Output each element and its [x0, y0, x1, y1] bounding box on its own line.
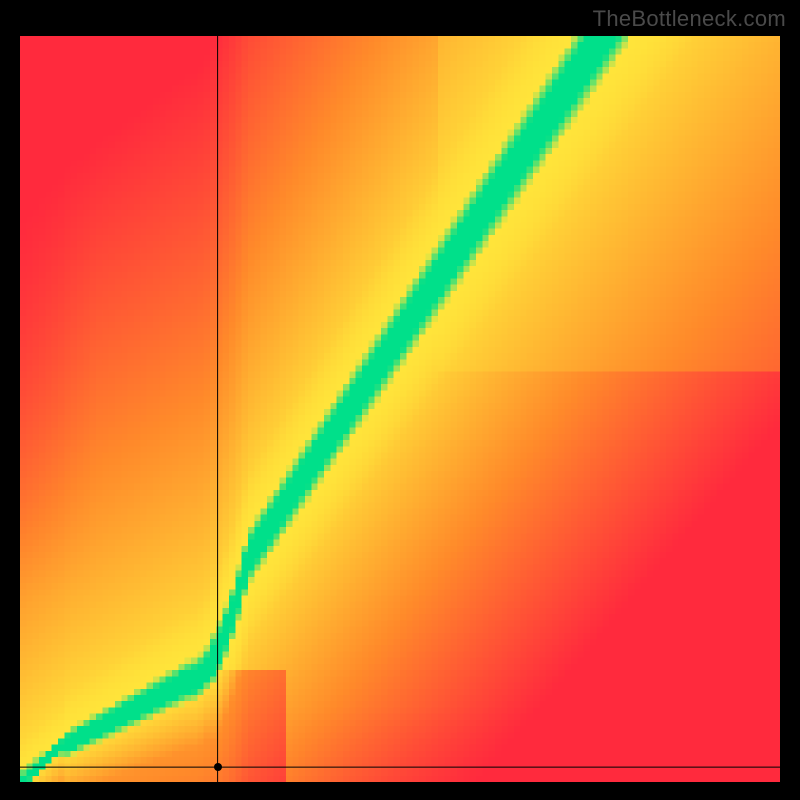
heatmap-plot [20, 36, 780, 782]
chart-frame: TheBottleneck.com [0, 0, 800, 800]
watermark-text: TheBottleneck.com [593, 6, 786, 32]
reference-marker [214, 763, 222, 771]
heatmap-canvas [20, 36, 780, 782]
